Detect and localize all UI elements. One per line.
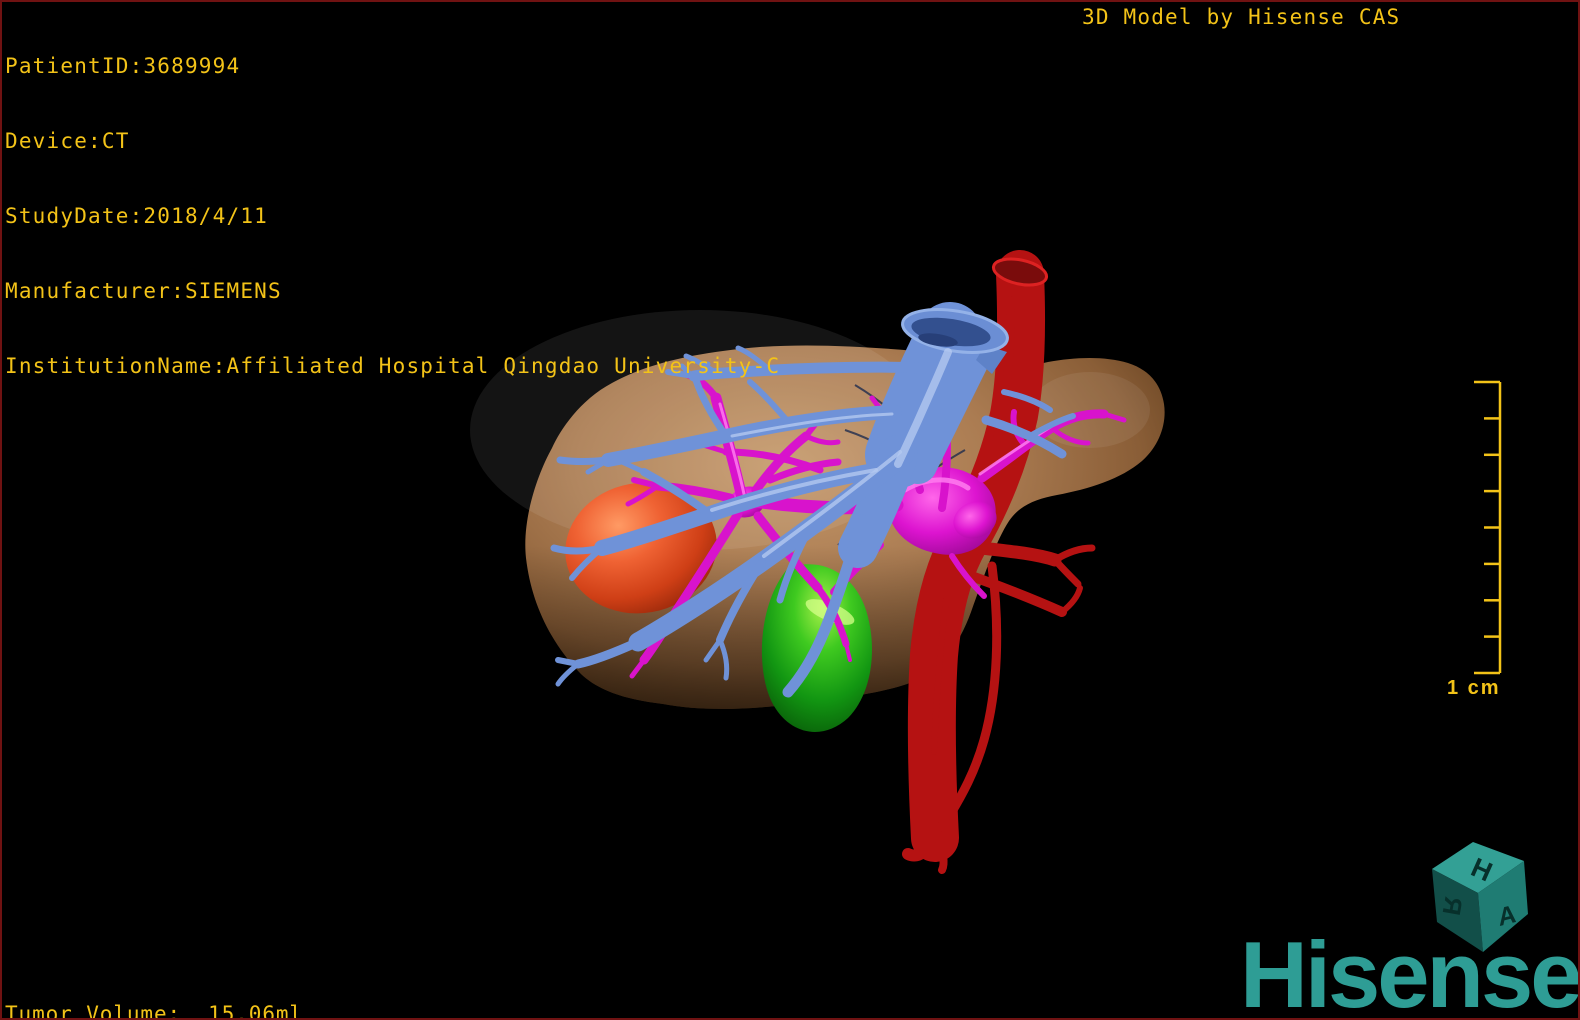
scale-bar: 1 cm — [1447, 380, 1502, 699]
watermark-title: 3D Model by Hisense CAS — [1082, 5, 1401, 29]
study-date-line: StudyDate:2018/4/11 — [5, 204, 269, 228]
app-window: Hisense 1 cm H R A PatientID:3689994 Dev… — [0, 0, 1580, 1020]
patient-info-overlay: PatientID:3689994 Device:CT StudyDate:20… — [5, 4, 780, 429]
tumor-volume-line: Tumor Volume: 15.06ml — [5, 1002, 303, 1020]
volume-measurements: Tumor Volume: 15.06ml Liver Volume: 713m… — [5, 949, 303, 1020]
cube-letter-right: A — [1497, 900, 1517, 932]
manufacturer-line: Manufacturer:SIEMENS — [5, 279, 282, 303]
orientation-cube[interactable]: H R A — [1432, 842, 1528, 952]
scale-bar-label: 1 cm — [1447, 677, 1501, 699]
institution-line: InstitutionName:Affiliated Hospital Qing… — [5, 354, 781, 378]
device-line: Device:CT — [5, 129, 130, 153]
patient-id-line: PatientID:3689994 — [5, 54, 241, 78]
